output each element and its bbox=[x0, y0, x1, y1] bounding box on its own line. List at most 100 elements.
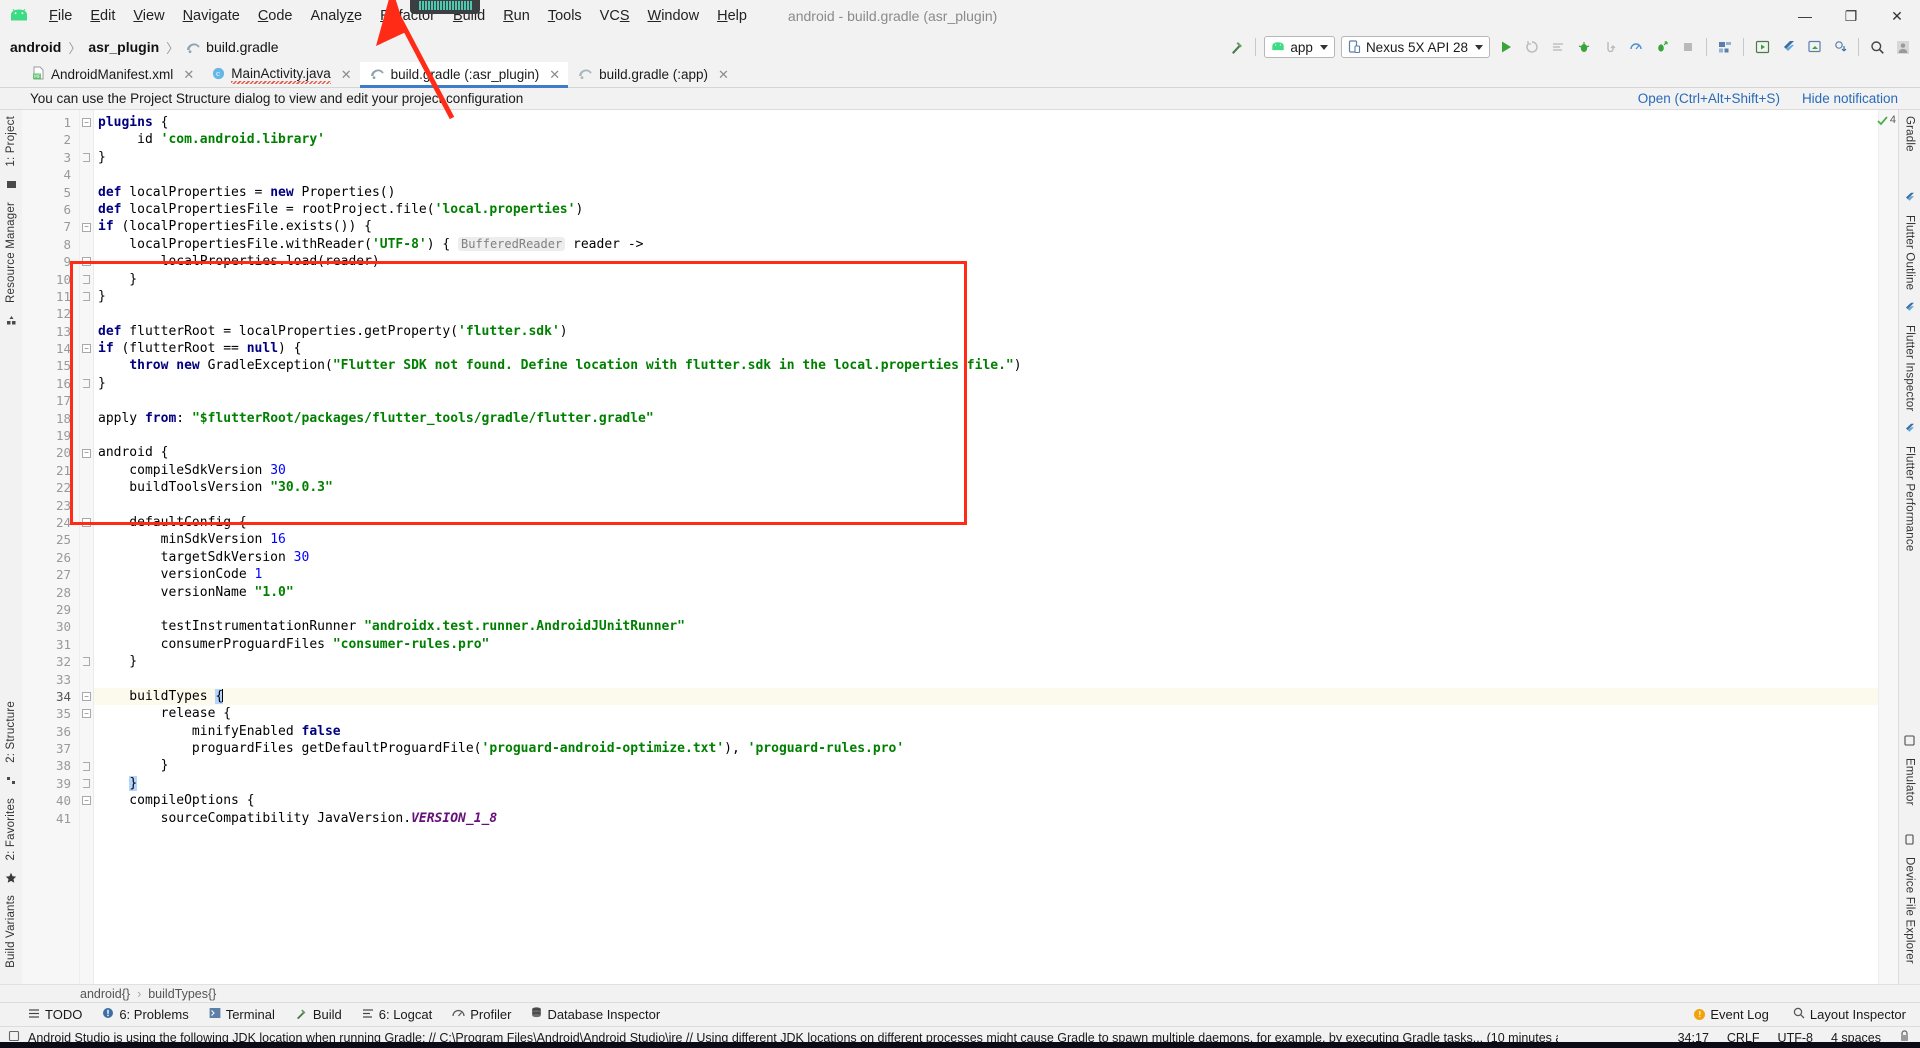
menu-item-navigate[interactable]: Navigate bbox=[174, 5, 249, 27]
code-folding-gutter[interactable]: − − − − − − − − − bbox=[80, 110, 94, 984]
menu-item-view[interactable]: View bbox=[124, 5, 173, 27]
debug-button[interactable] bbox=[1571, 34, 1597, 60]
sidebar-item-emulator[interactable]: Emulator bbox=[1904, 752, 1916, 812]
structure-crumb-buildtypes[interactable]: buildTypes{} bbox=[148, 987, 216, 1001]
editor-inspection-gutter[interactable]: 4 bbox=[1877, 110, 1898, 984]
code-line[interactable]: id 'com.android.library' bbox=[94, 131, 1878, 148]
sidebar-item-flutter-outline[interactable]: Flutter Outline bbox=[1904, 209, 1916, 296]
code-line[interactable]: versionName "1.0" bbox=[94, 584, 1878, 601]
star-icon[interactable] bbox=[5, 871, 18, 884]
code-line[interactable]: } bbox=[94, 288, 1878, 305]
fold-toggle-icon[interactable] bbox=[80, 271, 93, 288]
code-line[interactable]: } bbox=[94, 653, 1878, 670]
fold-toggle-icon[interactable]: − bbox=[80, 705, 93, 722]
menu-item-tools[interactable]: Tools bbox=[539, 5, 591, 27]
fold-toggle-icon[interactable] bbox=[80, 775, 93, 792]
code-line[interactable]: sourceCompatibility JavaVersion.VERSION_… bbox=[94, 810, 1878, 827]
sidebar-item-flutter-performance[interactable]: Flutter Performance bbox=[1904, 440, 1916, 557]
sidebar-item-project[interactable]: 1: Project bbox=[5, 110, 17, 173]
code-line[interactable]: versionCode 1 bbox=[94, 566, 1878, 583]
maximize-button[interactable]: ❐ bbox=[1828, 0, 1874, 32]
sidebar-item-favorites[interactable]: 2: Favorites bbox=[5, 792, 17, 866]
code-line[interactable]: throw new GradleException("Flutter SDK n… bbox=[94, 357, 1878, 374]
search-icon[interactable] bbox=[1864, 34, 1890, 60]
code-line[interactable] bbox=[94, 305, 1878, 322]
code-line[interactable]: def flutterRoot = localProperties.getPro… bbox=[94, 323, 1878, 340]
code-line[interactable]: compileSdkVersion 30 bbox=[94, 462, 1878, 479]
code-line[interactable]: localPropertiesFile.withReader('UTF-8') … bbox=[94, 236, 1878, 253]
code-line[interactable]: buildToolsVersion "30.0.3" bbox=[94, 479, 1878, 496]
structure-crumb-android[interactable]: android{} bbox=[80, 987, 130, 1001]
breadcrumb-item-build-gradle[interactable]: build.gradle bbox=[206, 39, 278, 55]
code-line[interactable]: testInstrumentationRunner "androidx.test… bbox=[94, 618, 1878, 635]
tool-window-database-inspector[interactable]: Database Inspector bbox=[531, 1007, 660, 1022]
code-line[interactable]: } bbox=[94, 775, 1878, 792]
sdk-manager-icon[interactable] bbox=[1712, 34, 1738, 60]
flutter-icon[interactable] bbox=[1903, 191, 1916, 204]
code-line[interactable]: if (flutterRoot == null) { bbox=[94, 340, 1878, 357]
code-line[interactable]: defaultConfig { bbox=[94, 514, 1878, 531]
run-with-coverage-button[interactable] bbox=[1649, 34, 1675, 60]
resource-manager-icon[interactable] bbox=[5, 314, 18, 327]
menu-item-run[interactable]: Run bbox=[494, 5, 539, 27]
menu-item-code[interactable]: Code bbox=[249, 5, 302, 27]
code-line[interactable]: } bbox=[94, 271, 1878, 288]
tool-window-layout-inspector[interactable]: Layout Inspector bbox=[1793, 1007, 1906, 1022]
menu-item-window[interactable]: Window bbox=[639, 5, 709, 27]
fold-toggle-icon[interactable]: − bbox=[80, 514, 93, 531]
apply-code-changes-button[interactable] bbox=[1545, 34, 1571, 60]
hide-notification-link[interactable]: Hide notification bbox=[1802, 91, 1898, 106]
fold-toggle-icon[interactable] bbox=[80, 149, 93, 166]
flutter-icon[interactable] bbox=[1903, 422, 1916, 435]
run-configuration-selector[interactable]: app bbox=[1264, 36, 1335, 58]
minimize-button[interactable]: — bbox=[1782, 0, 1828, 32]
breadcrumb-item-asr-plugin[interactable]: asr_plugin bbox=[88, 39, 159, 55]
fold-toggle-icon[interactable]: − bbox=[80, 114, 93, 131]
tool-window-event-log[interactable]: ! Event Log bbox=[1694, 1007, 1769, 1022]
fold-toggle-icon[interactable] bbox=[80, 288, 93, 305]
menu-item-file[interactable]: File bbox=[40, 5, 81, 27]
stop-button[interactable] bbox=[1675, 34, 1701, 60]
device-selector[interactable]: Nexus 5X API 28 bbox=[1340, 36, 1490, 58]
flutter-device-icon[interactable] bbox=[1775, 34, 1801, 60]
fold-toggle-icon[interactable] bbox=[80, 653, 93, 670]
code-line[interactable]: def localProperties = new Properties() bbox=[94, 184, 1878, 201]
fold-toggle-icon[interactable]: − bbox=[80, 253, 93, 270]
fold-toggle-icon[interactable]: − bbox=[80, 688, 93, 705]
breadcrumb-item-android[interactable]: android bbox=[10, 39, 61, 55]
emulator-icon[interactable] bbox=[1903, 734, 1916, 747]
sidebar-item-structure[interactable]: 2: Structure bbox=[5, 695, 17, 769]
sidebar-item-device-file-explorer[interactable]: Device File Explorer bbox=[1904, 851, 1916, 970]
code-line[interactable]: plugins { bbox=[94, 114, 1878, 131]
device-manager-icon[interactable] bbox=[1801, 34, 1827, 60]
tool-window-logcat[interactable]: 6: Logcat bbox=[362, 1007, 432, 1022]
fold-toggle-icon[interactable]: − bbox=[80, 218, 93, 235]
tool-window-todo[interactable]: TODO bbox=[28, 1007, 82, 1022]
code-line[interactable] bbox=[94, 427, 1878, 444]
sync-gradle-icon[interactable] bbox=[1827, 34, 1853, 60]
code-line[interactable]: buildTypes { bbox=[94, 687, 1878, 706]
menu-item-vcs[interactable]: VCS bbox=[591, 5, 639, 27]
sidebar-item-gradle[interactable]: Gradle bbox=[1904, 110, 1916, 158]
code-line[interactable] bbox=[94, 601, 1878, 618]
code-line[interactable]: } bbox=[94, 757, 1878, 774]
code-line[interactable]: } bbox=[94, 375, 1878, 392]
code-line[interactable]: proguardFiles getDefaultProguardFile('pr… bbox=[94, 740, 1878, 757]
attach-debugger-button[interactable] bbox=[1597, 34, 1623, 60]
tab-build-gradle-asr-plugin[interactable]: build.gradle (:asr_plugin) ✕ bbox=[359, 62, 569, 88]
close-icon[interactable]: ✕ bbox=[549, 67, 560, 83]
code-line[interactable]: apply from: "$flutterRoot/packages/flutt… bbox=[94, 410, 1878, 427]
project-files-icon[interactable] bbox=[5, 178, 18, 191]
tool-window-terminal[interactable]: Terminal bbox=[209, 1007, 275, 1022]
close-button[interactable]: ✕ bbox=[1874, 0, 1920, 32]
code-line[interactable] bbox=[94, 166, 1878, 183]
code-line[interactable]: compileOptions { bbox=[94, 792, 1878, 809]
tab-mainactivity-java[interactable]: c MainActivity.java ✕ bbox=[202, 62, 359, 87]
tab-androidmanifest-xml[interactable]: MF AndroidManifest.xml ✕ bbox=[22, 62, 202, 87]
fold-toggle-icon[interactable] bbox=[80, 375, 93, 392]
code-line[interactable]: } bbox=[94, 149, 1878, 166]
fold-toggle-icon[interactable]: − bbox=[80, 340, 93, 357]
code-editor[interactable]: 1 2 3 4 5 6 7 8 9 10 11 12 13 14 15 16 17 18 19 20 21 22 23 24 2… bbox=[22, 110, 1878, 984]
fold-toggle-icon[interactable]: − bbox=[80, 444, 93, 461]
structure-icon[interactable] bbox=[5, 774, 18, 787]
